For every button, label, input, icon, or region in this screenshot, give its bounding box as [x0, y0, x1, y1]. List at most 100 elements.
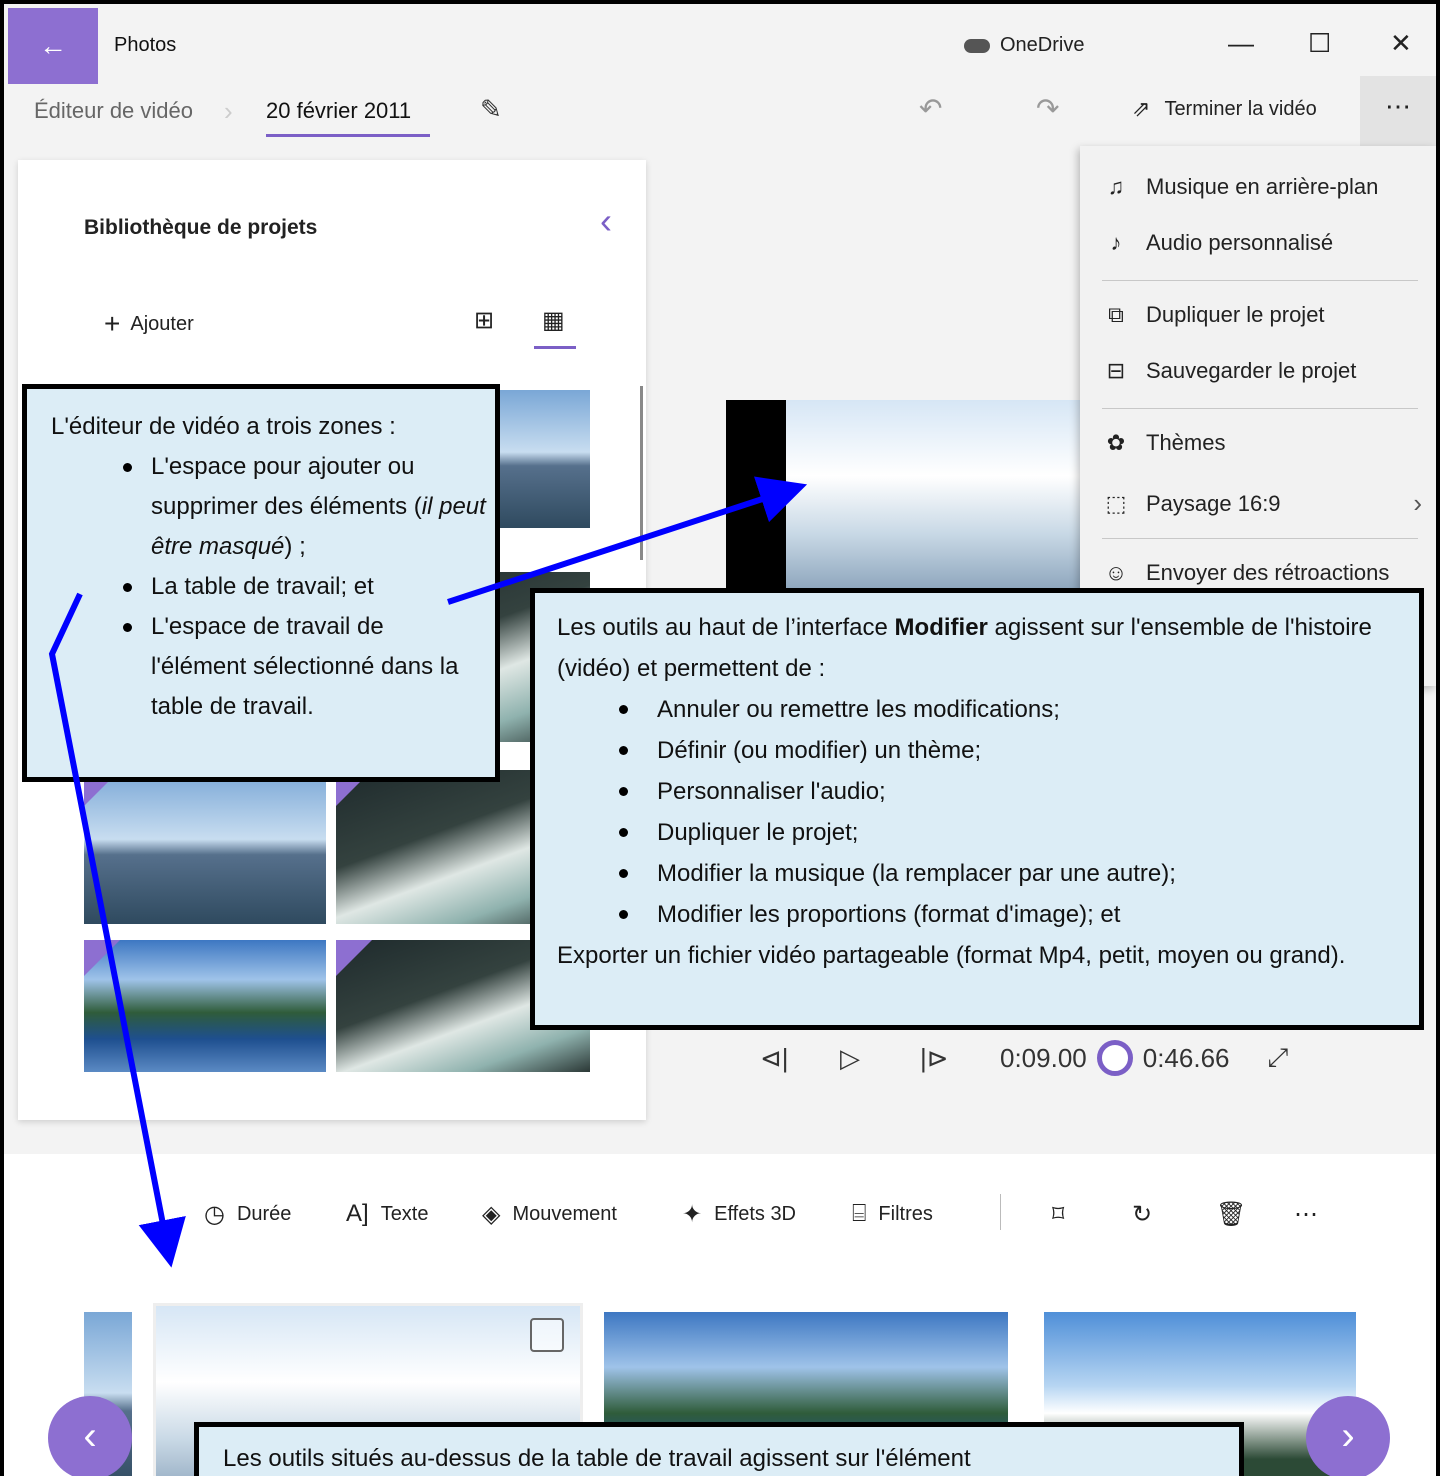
- text-box-icon: A]: [346, 1200, 369, 1227]
- tools-item: Modifier les proportions (format d'image…: [557, 894, 1419, 935]
- menu-item-themes[interactable]: ✿ Thèmes: [1102, 430, 1422, 456]
- library-title: Bibliothèque de projets: [84, 216, 318, 239]
- finish-video-label: Terminer la vidéo: [1164, 97, 1317, 120]
- finish-video-button[interactable]: ⇗ Terminer la vidéo: [1132, 96, 1317, 122]
- delete-icon[interactable]: 🗑: [1216, 1200, 1246, 1229]
- menu-item-aspect-ratio[interactable]: ⬚ Paysage 16:9 ›: [1102, 488, 1422, 519]
- menu-item-label: Dupliquer le projet: [1146, 302, 1325, 327]
- tools-item: Modifier la musique (la remplacer par un…: [557, 853, 1419, 894]
- undo-icon[interactable]: ↶: [919, 92, 942, 125]
- menu-item-background-music[interactable]: ♫ Musique en arrière-plan: [1102, 174, 1422, 200]
- scrubber-handle[interactable]: [1096, 1040, 1133, 1076]
- share-export-icon: ⇗: [1132, 96, 1151, 121]
- motion-icon: ◈: [482, 1201, 501, 1228]
- video-preview: [726, 400, 1086, 590]
- plus-icon: +: [104, 308, 121, 339]
- tools-intro-text: Les outils au haut de l’interface: [557, 614, 895, 641]
- maximize-button[interactable]: ☐: [1308, 28, 1331, 59]
- menu-divider: [1102, 280, 1418, 281]
- motion-button[interactable]: ◈ Mouvement: [482, 1200, 617, 1229]
- duplicate-icon: ⧉: [1108, 302, 1124, 327]
- save-project-icon: ⊟: [1106, 358, 1126, 383]
- zones-item-text: ) ;: [284, 533, 306, 560]
- music-note-icon: ♫: [1107, 174, 1125, 199]
- storyboard-toolbar: ◷ Durée A] Texte ◈ Mouvement ✦ Effets 3D ⌸ Fi…: [4, 1154, 1436, 1274]
- library-thumbnail[interactable]: [84, 940, 326, 1072]
- cloud-icon: [964, 38, 990, 53]
- tools-item: Définir (ou modifier) un thème;: [557, 730, 1419, 771]
- large-grid-view-icon[interactable]: ⊞: [474, 306, 494, 335]
- onedrive-label: OneDrive: [1000, 34, 1085, 56]
- scroll-left-button[interactable]: ‹: [48, 1396, 132, 1476]
- tools-callout: Les outils au haut de l’interface Modifi…: [530, 588, 1424, 1030]
- small-grid-view-icon[interactable]: ▦: [542, 306, 565, 335]
- tools-item: Personnaliser l'audio;: [557, 771, 1419, 812]
- scroll-right-button[interactable]: ›: [1306, 1396, 1390, 1476]
- menu-item-label: Envoyer des rétroactions: [1146, 560, 1390, 585]
- menu-item-duplicate-project[interactable]: ⧉ Dupliquer le projet: [1102, 302, 1422, 328]
- tools-item: Dupliquer le projet;: [557, 812, 1419, 853]
- project-title[interactable]: 20 février 2011: [266, 98, 411, 124]
- menu-item-save-project[interactable]: ⊟ Sauvegarder le projet: [1102, 358, 1422, 384]
- tools-intro: Les outils au haut de l’interface Modifi…: [557, 607, 1419, 689]
- crop-icon[interactable]: ⌑: [1052, 1200, 1064, 1229]
- total-time: 0:46.66: [1142, 1042, 1230, 1073]
- more-options-button[interactable]: ⋯: [1360, 76, 1436, 148]
- preview-image: [786, 400, 1086, 590]
- rename-pencil-icon[interactable]: ✎: [480, 94, 502, 125]
- zones-intro: L'éditeur de vidéo a trois zones :: [51, 413, 396, 440]
- palette-icon: ✿: [1106, 430, 1126, 455]
- toolbar-divider: [1000, 1194, 1001, 1230]
- redo-icon[interactable]: ↷: [1036, 92, 1059, 125]
- menu-item-send-feedback[interactable]: ☺ Envoyer des rétroactions: [1102, 560, 1422, 586]
- text-button[interactable]: A] Texte: [346, 1200, 429, 1228]
- chevron-right-icon: ›: [224, 96, 233, 126]
- step-back-icon[interactable]: ⊲|: [760, 1043, 840, 1074]
- menu-item-label: Musique en arrière-plan: [1146, 174, 1379, 199]
- play-icon[interactable]: ▷: [840, 1043, 920, 1074]
- library-scrollbar[interactable]: [640, 386, 643, 560]
- select-checkbox[interactable]: [530, 1318, 564, 1352]
- filter-brush-icon: ⌸: [852, 1200, 867, 1227]
- title-bar: [4, 4, 1436, 84]
- library-thumbnail[interactable]: [84, 770, 326, 924]
- tools-item: Annuler ou remettre les modifications;: [557, 689, 1419, 730]
- minimize-button[interactable]: —: [1228, 28, 1254, 59]
- zones-item: L'espace de travail de l'élément sélecti…: [51, 607, 495, 727]
- step-forward-icon[interactable]: |⊳: [920, 1043, 1000, 1074]
- fullscreen-icon[interactable]: ⤢: [1268, 1042, 1289, 1074]
- duration-button[interactable]: ◷ Durée: [204, 1200, 291, 1229]
- current-time: 0:09.00: [1000, 1042, 1087, 1073]
- duration-label: Durée: [236, 1203, 292, 1225]
- app-title: Photos: [114, 34, 177, 56]
- view-selected-indicator: [534, 346, 576, 349]
- menu-item-label: Audio personnalisé: [1146, 230, 1334, 255]
- clock-icon: ◷: [204, 1201, 225, 1228]
- arrow-left-icon: ←: [39, 30, 67, 61]
- menu-divider: [1102, 408, 1418, 409]
- zones-item-text: L'espace pour ajouter ou supprimer des é…: [151, 453, 422, 520]
- used-marker: [84, 940, 120, 976]
- playback-controls: ⊲| ▷ |⊳ 0:09.00 0:46.66 ⤢: [760, 1040, 1288, 1076]
- zones-list: L'espace pour ajouter ou supprimer des é…: [51, 447, 495, 727]
- collapse-library-chevron-icon[interactable]: ‹: [600, 200, 612, 242]
- breadcrumb-video-editor[interactable]: Éditeur de vidéo: [34, 98, 193, 124]
- menu-item-label: Thèmes: [1146, 430, 1226, 455]
- filters-label: Filtres: [878, 1202, 933, 1225]
- close-button[interactable]: ✕: [1390, 28, 1412, 59]
- rotate-icon[interactable]: ↻: [1132, 1200, 1152, 1229]
- aspect-ratio-icon: ⬚: [1105, 490, 1127, 516]
- project-title-underline: [266, 134, 430, 137]
- zones-callout: L'éditeur de vidéo a trois zones : L'esp…: [22, 384, 500, 782]
- motion-label: Mouvement: [512, 1203, 617, 1225]
- more-options-icon[interactable]: ⋯: [1294, 1200, 1318, 1229]
- custom-audio-icon: ♪: [1110, 230, 1122, 255]
- menu-item-label: Paysage 16:9: [1146, 490, 1281, 516]
- add-button[interactable]: + Ajouter: [104, 308, 194, 340]
- menu-item-custom-audio[interactable]: ♪ Audio personnalisé: [1102, 230, 1422, 256]
- back-button[interactable]: ←: [8, 8, 98, 84]
- 3d-effects-button[interactable]: ✦ Effets 3D: [682, 1200, 796, 1229]
- filters-button[interactable]: ⌸ Filtres: [852, 1200, 933, 1228]
- chevron-right-icon: ›: [1413, 488, 1422, 518]
- onedrive-status[interactable]: OneDrive: [964, 34, 1084, 57]
